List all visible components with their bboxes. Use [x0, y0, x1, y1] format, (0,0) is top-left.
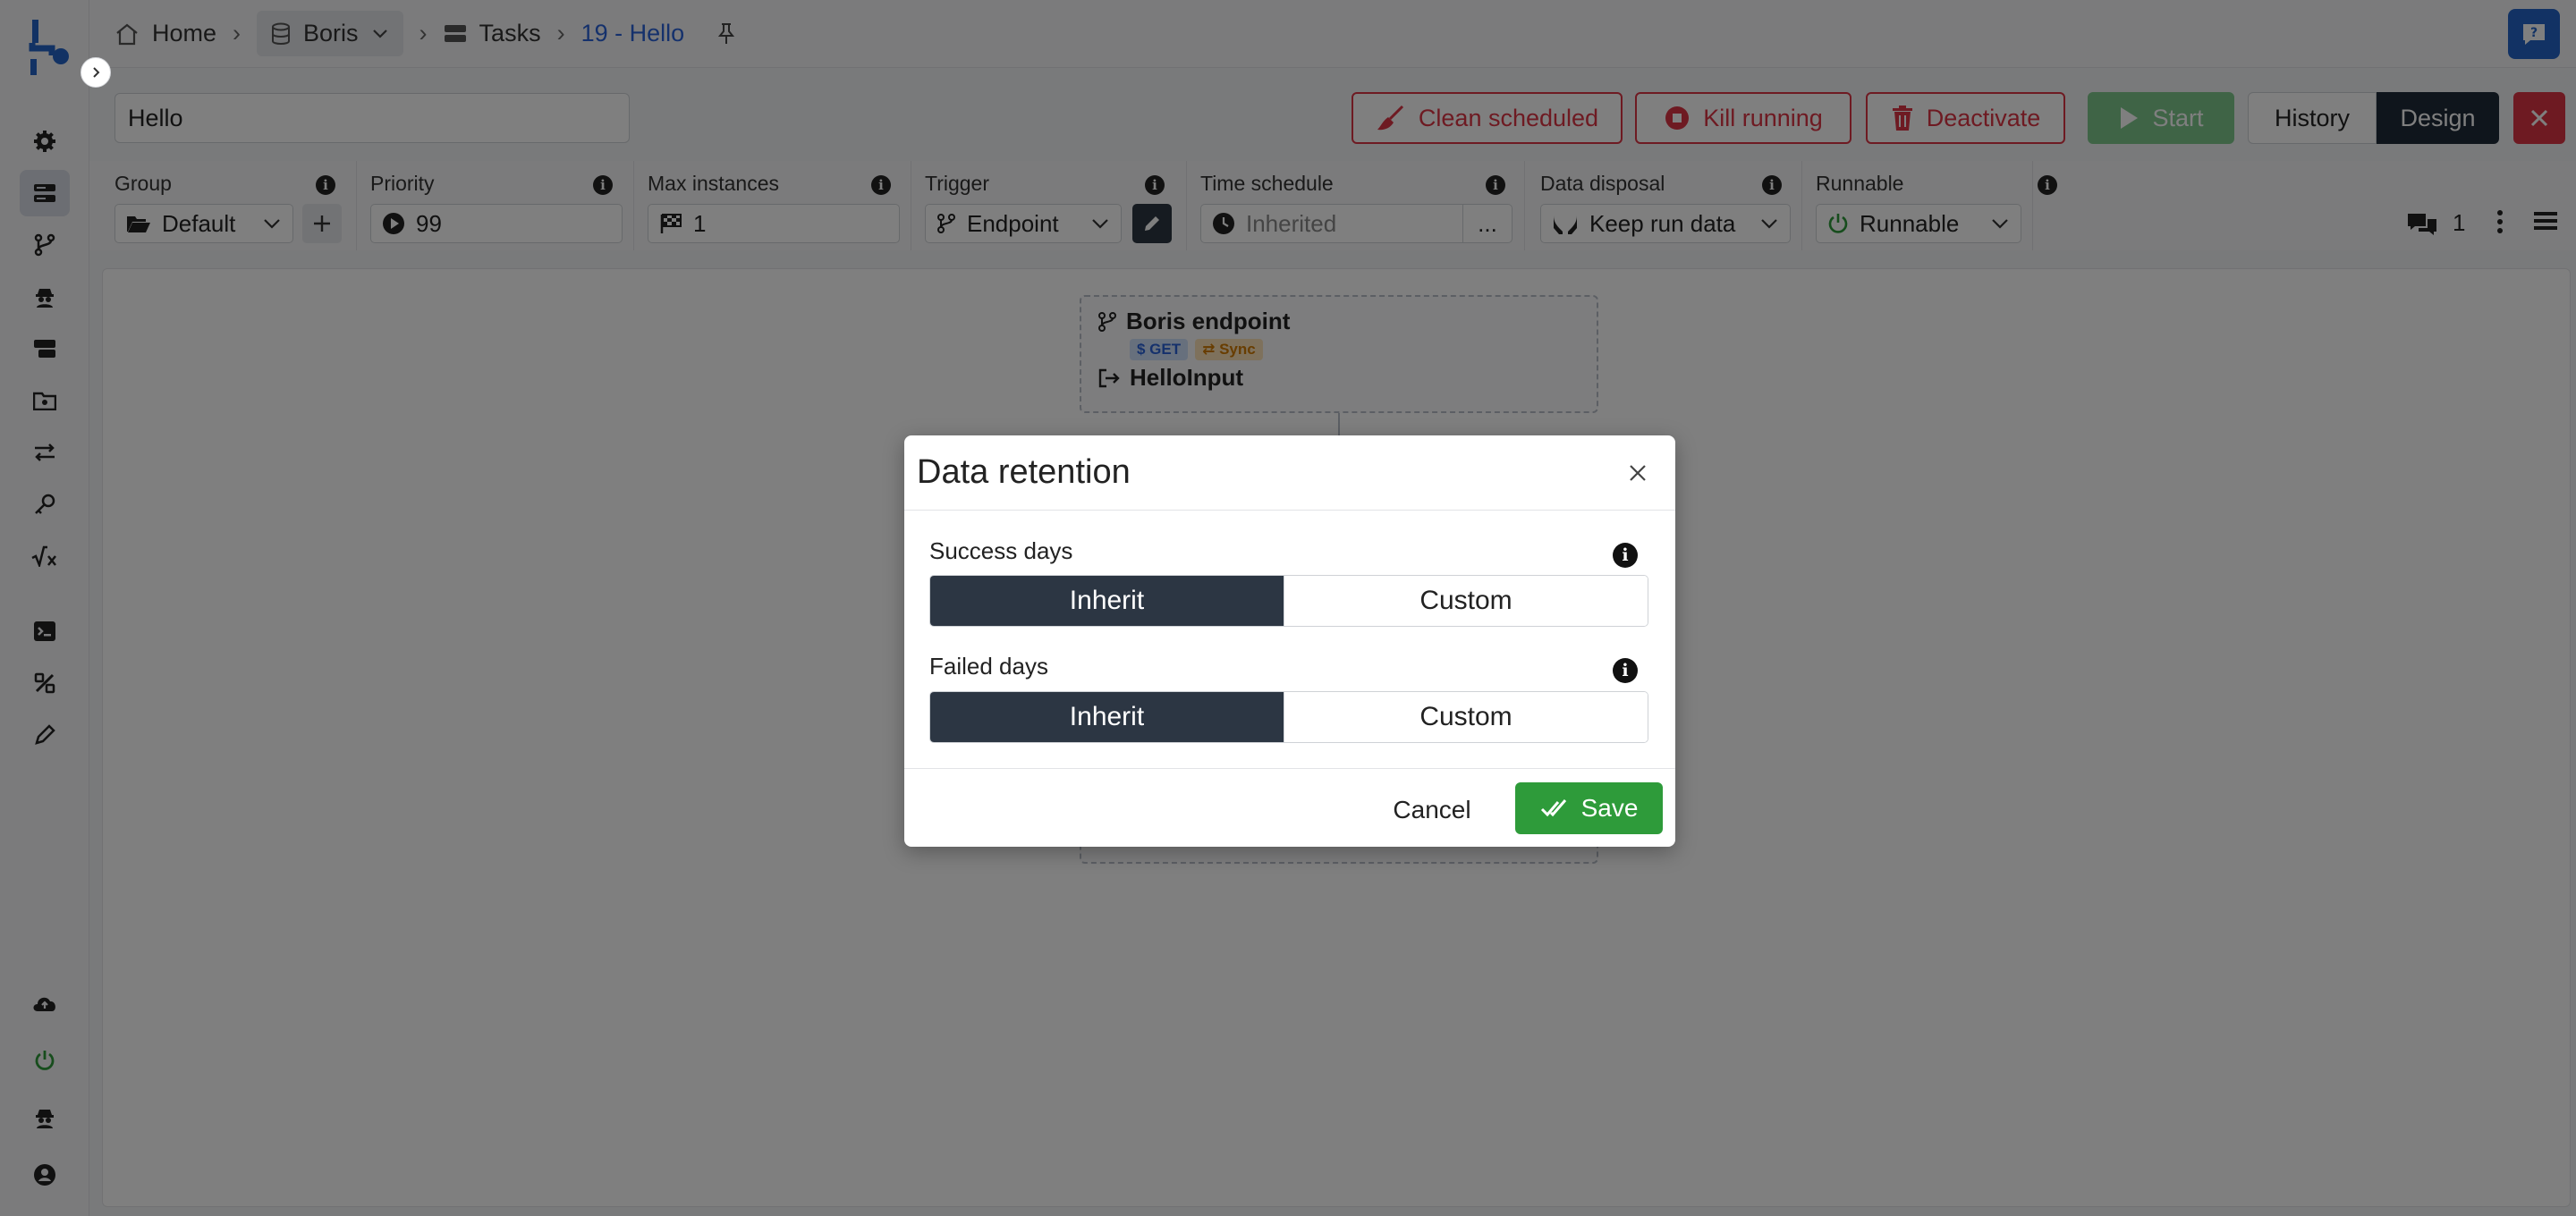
success-days-info-icon[interactable]: i: [1613, 543, 1638, 568]
double-check-icon: [1540, 799, 1566, 817]
cancel-button[interactable]: Cancel: [1378, 785, 1486, 835]
failed-days-inherit-option[interactable]: Inherit: [930, 692, 1284, 742]
save-button[interactable]: Save: [1515, 782, 1663, 834]
dialog-title: Data retention: [917, 453, 1131, 491]
success-days-toggle: Inherit Custom: [929, 575, 1648, 627]
dialog-footer: Cancel Save: [904, 768, 1675, 847]
dialog-close-button[interactable]: [1623, 459, 1652, 487]
close-icon: [1630, 465, 1646, 481]
failed-days-custom-option[interactable]: Custom: [1284, 692, 1648, 742]
failed-days-toggle: Inherit Custom: [929, 691, 1648, 743]
success-days-label: Success days: [929, 537, 1073, 564]
sidebar-toggle-button[interactable]: [80, 57, 111, 88]
failed-days-info-icon[interactable]: i: [1613, 658, 1638, 683]
save-label: Save: [1580, 794, 1639, 822]
chevron-right-icon: [93, 67, 100, 78]
dialog-header: Data retention: [904, 435, 1675, 511]
failed-days-label: Failed days: [929, 653, 1048, 680]
success-days-custom-option[interactable]: Custom: [1284, 576, 1648, 626]
success-days-inherit-option[interactable]: Inherit: [930, 576, 1284, 626]
data-retention-dialog: Data retention Success days i Inherit Cu…: [904, 435, 1675, 847]
